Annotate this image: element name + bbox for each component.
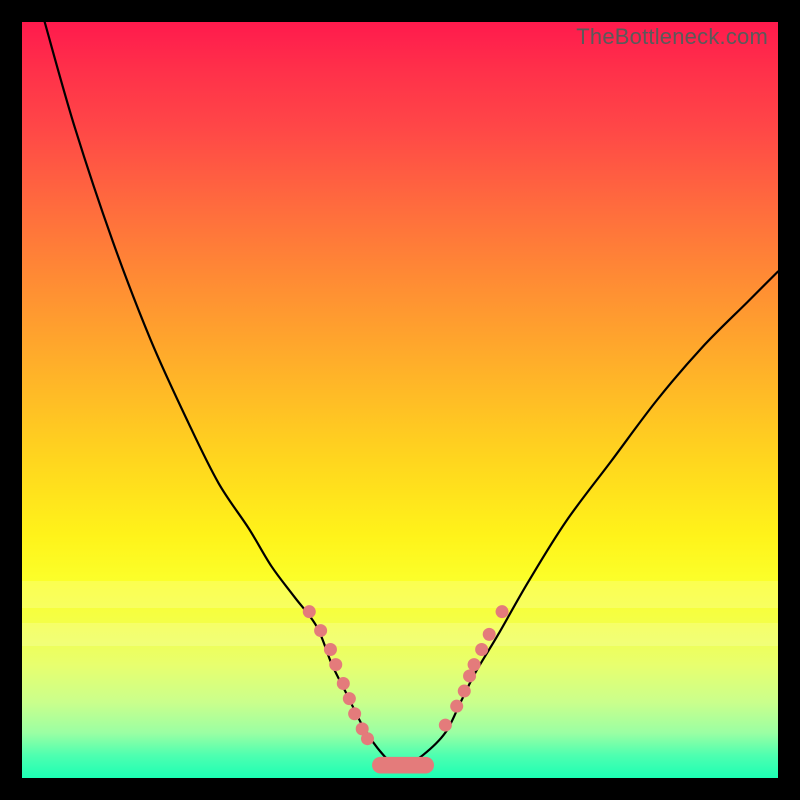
curve-layer [22, 22, 778, 778]
data-marker [343, 692, 356, 705]
data-marker [496, 605, 509, 618]
data-marker [348, 707, 361, 720]
data-marker [475, 643, 488, 656]
bottom-bar-marker [372, 757, 434, 774]
data-marker [463, 669, 476, 682]
data-marker [303, 605, 316, 618]
data-marker [483, 628, 496, 641]
plot-area: TheBottleneck.com [22, 22, 778, 778]
data-marker [314, 624, 327, 637]
chart-frame: TheBottleneck.com [0, 0, 800, 800]
data-marker [439, 719, 452, 732]
watermark-text: TheBottleneck.com [576, 24, 768, 50]
data-marker [329, 658, 342, 671]
data-marker [361, 732, 374, 745]
data-marker [450, 700, 463, 713]
data-marker [324, 643, 337, 656]
data-marker [337, 677, 350, 690]
data-marker [458, 685, 471, 698]
bottleneck-curve [45, 22, 778, 764]
data-marker [468, 658, 481, 671]
data-markers [303, 605, 509, 773]
